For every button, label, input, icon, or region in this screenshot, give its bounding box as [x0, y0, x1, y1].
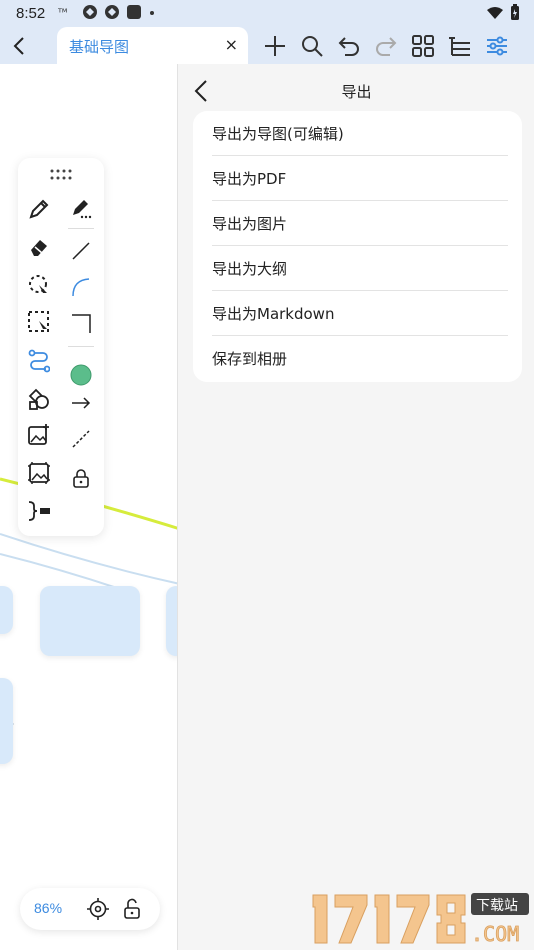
tab-title: 基础导图 [69, 38, 130, 56]
dashed-line-icon[interactable] [68, 426, 94, 452]
shape-icon[interactable] [26, 386, 52, 412]
undo-icon[interactable] [335, 32, 363, 60]
watermark-logo: 下载站 .COM [312, 893, 529, 946]
top-toolbar: 基础导图 × [0, 27, 534, 64]
color-swatch[interactable] [68, 362, 94, 388]
topic-node[interactable] [0, 678, 13, 764]
corner-line-icon[interactable] [68, 310, 94, 336]
export-item-label: 保存到相册 [212, 350, 288, 368]
app-notification-icon [105, 5, 119, 19]
lasso-icon[interactable] [26, 272, 52, 298]
close-icon[interactable]: × [225, 35, 238, 54]
export-outline-item[interactable]: 导出为大纲 [193, 246, 522, 291]
export-item-label: 导出为图片 [212, 215, 288, 233]
search-icon[interactable] [298, 32, 326, 60]
svg-text:.COM: .COM [471, 922, 519, 946]
outline-icon[interactable] [446, 32, 474, 60]
rect-select-icon[interactable] [26, 309, 52, 335]
export-item-label: 导出为导图(可编辑) [212, 125, 344, 143]
panel-title: 导出 [341, 83, 372, 101]
battery-icon [511, 4, 519, 20]
status-bar: 8:52 ᵀᴹ [0, 0, 534, 27]
export-item-label: 导出为PDF [212, 170, 287, 188]
export-item-label: 导出为Markdown [212, 305, 335, 323]
back-icon[interactable] [6, 32, 34, 60]
drawing-tool-palette [18, 158, 104, 536]
status-time: 8:52 [16, 5, 46, 22]
arrow-icon[interactable] [68, 390, 94, 416]
svg-text:ᵀᴹ: ᵀᴹ [58, 8, 67, 19]
locate-center-icon[interactable] [87, 898, 109, 920]
lock-icon[interactable] [68, 465, 94, 491]
eraser-icon[interactable] [26, 234, 52, 260]
connector-icon[interactable] [26, 348, 52, 374]
unlock-icon[interactable] [122, 898, 144, 920]
app-notification-icon [83, 5, 97, 19]
topic-node[interactable] [0, 586, 13, 634]
export-mindmap-item[interactable]: 导出为导图(可编辑) [193, 111, 522, 156]
more-notifications-icon [150, 11, 154, 15]
pen-icon[interactable] [26, 196, 52, 222]
add-image-icon[interactable] [26, 422, 52, 448]
arc-icon[interactable] [68, 274, 94, 300]
wifi-icon [487, 6, 503, 19]
grid-layout-icon[interactable] [409, 32, 437, 60]
export-image-item[interactable]: 导出为图片 [193, 201, 522, 246]
settings-sliders-icon[interactable] [483, 32, 511, 60]
zoom-control: 86% [20, 888, 160, 930]
add-icon[interactable] [261, 32, 289, 60]
system-icons [486, 4, 520, 21]
drag-handle-icon[interactable] [49, 168, 73, 182]
export-panel: 导出 导出为导图(可编辑) 导出为PDF 导出为图片 导出为大纲 导出为Mark… [177, 64, 534, 950]
summary-bracket-icon[interactable] [26, 498, 52, 524]
export-options-list: 导出为导图(可编辑) 导出为PDF 导出为图片 导出为大纲 导出为Markdow… [193, 111, 522, 382]
network-type-icon: ᵀᴹ [58, 8, 67, 19]
redo-icon[interactable] [372, 32, 400, 60]
notification-icons: ᵀᴹ [58, 4, 156, 20]
topic-node[interactable] [40, 586, 140, 656]
image-icon[interactable] [26, 460, 52, 486]
export-pdf-item[interactable]: 导出为PDF [193, 156, 522, 201]
save-to-album-item[interactable]: 保存到相册 [193, 336, 522, 381]
svg-text:下载站: 下载站 [476, 898, 518, 914]
export-item-label: 导出为大纲 [212, 260, 288, 278]
document-tab[interactable]: 基础导图 × [57, 27, 248, 64]
marker-pen-icon[interactable] [68, 196, 94, 222]
zoom-level[interactable]: 86% [34, 900, 62, 916]
palette-divider [68, 346, 94, 347]
export-markdown-item[interactable]: 导出为Markdown [193, 291, 522, 336]
line-icon[interactable] [68, 238, 94, 264]
palette-divider [68, 228, 94, 229]
app-notification-icon [127, 5, 141, 19]
